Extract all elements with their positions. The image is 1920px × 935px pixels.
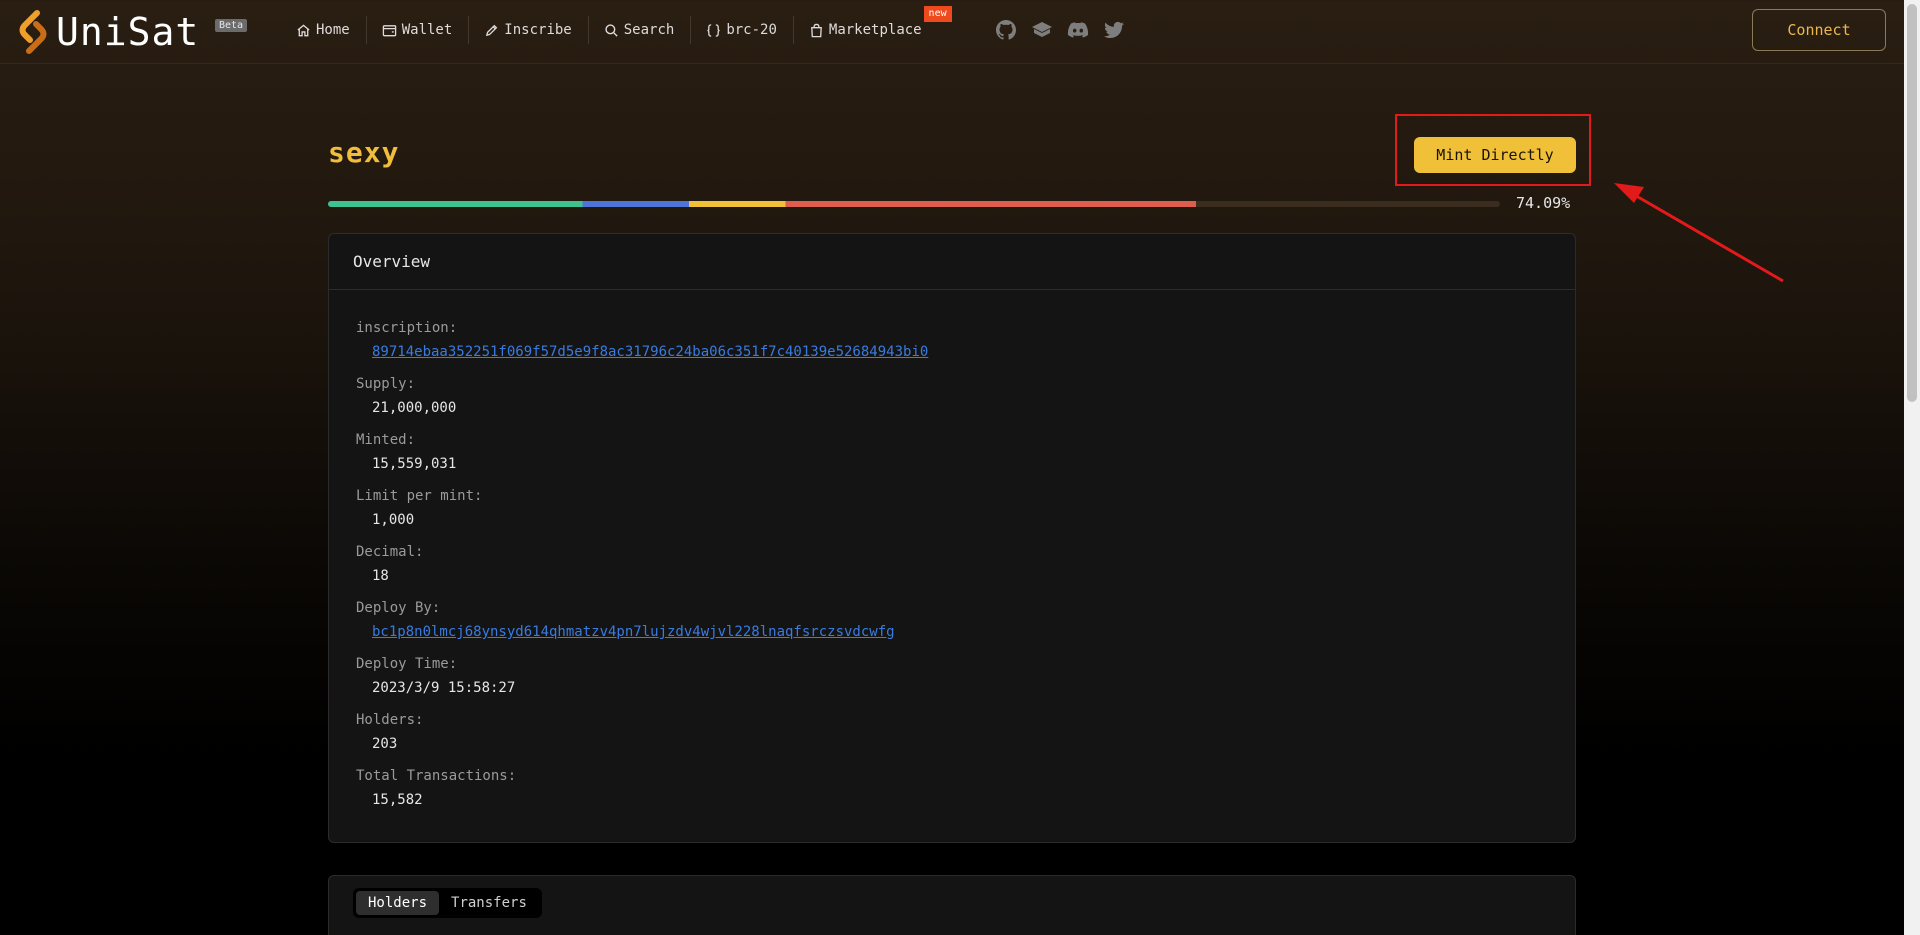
nav-inscribe[interactable]: Inscribe: [468, 14, 587, 46]
nav-search[interactable]: Search: [587, 14, 691, 46]
brand-name: UniSat: [56, 10, 200, 54]
main-nav: Home Wallet Inscribe Search brc-20 Marke…: [280, 0, 952, 60]
discord-icon[interactable]: [1066, 18, 1090, 42]
nav-brc20-label: brc-20: [726, 22, 777, 38]
page-scrollbar[interactable]: [1904, 0, 1920, 935]
field-label: Limit per mint:: [356, 488, 483, 504]
highlight-box: [1395, 114, 1591, 186]
brand-logo[interactable]: UniSat: [16, 10, 199, 54]
mint-progress-fill: [328, 201, 1197, 207]
overview-field: Deploy By: bc1p8n0lmcj68ynsyd614qhmatzv4p…: [356, 596, 1575, 652]
overview-field: Limit per mint: 1,000: [356, 484, 1575, 540]
mint-progress-label: 74.09%: [1516, 194, 1571, 212]
field-label: Total Transactions:: [356, 768, 517, 784]
tab-transfers[interactable]: Transfers: [439, 891, 539, 915]
unisat-logo-icon: [19, 10, 47, 54]
field-value-link[interactable]: 89714ebaa352251f069f57d5e9f8ac31796c24ba…: [356, 340, 1575, 364]
nav-search-label: Search: [623, 22, 675, 38]
field-label: Deploy By:: [356, 600, 441, 616]
overview-field: Decimal: 18: [356, 540, 1575, 596]
field-value: 1,000: [372, 512, 415, 528]
field-value: 21,000,000: [372, 400, 457, 416]
field-value: 203: [372, 736, 398, 752]
scrollbar-thumb[interactable]: [1907, 4, 1917, 402]
nav-wallet-label: Wallet: [401, 22, 453, 38]
field-label: Decimal:: [356, 544, 424, 560]
twitter-icon[interactable]: [1102, 18, 1126, 42]
braces-icon: [707, 23, 720, 37]
search-icon: [605, 23, 618, 37]
mint-progress-bar: [328, 201, 1500, 207]
field-value: 2023/3/9 15:58:27: [372, 680, 516, 696]
connect-button[interactable]: Connect: [1752, 9, 1886, 51]
overview-title: Overview: [329, 234, 1575, 290]
overview-field: Supply: 21,000,000: [356, 372, 1575, 428]
field-label: inscription:: [356, 320, 458, 336]
field-value: 15,559,031: [372, 456, 457, 472]
overview-fields: inscription: 89714ebaa352251f069f57d5e9f8…: [329, 290, 1575, 820]
annotation-arrow: [1614, 183, 1784, 283]
nav-wallet[interactable]: Wallet: [365, 14, 469, 46]
overview-field: inscription: 89714ebaa352251f069f57d5e9f8…: [356, 316, 1575, 372]
nav-brc20[interactable]: brc-20: [690, 14, 793, 46]
home-icon: [297, 23, 310, 36]
tab-holders[interactable]: Holders: [356, 891, 440, 915]
nav-marketplace-label: Marketplace: [828, 22, 922, 38]
new-badge: new: [923, 6, 952, 22]
field-value-link[interactable]: bc1p8n0lmcj68ynsyd614qhmatzv4pn7lujzdv4w…: [356, 620, 1575, 644]
github-icon[interactable]: [994, 18, 1018, 42]
nav-marketplace[interactable]: Marketplace new: [792, 6, 952, 46]
gitbook-icon[interactable]: [1030, 18, 1054, 42]
nav-inscribe-label: Inscribe: [504, 22, 572, 38]
field-label: Minted:: [356, 432, 416, 448]
wallet-icon: [382, 24, 396, 36]
token-title: sexy: [328, 136, 400, 169]
field-label: Holders:: [356, 712, 424, 728]
top-nav-bar: UniSat Beta Home Wallet Inscribe Search …: [0, 0, 1904, 64]
overview-field: Minted: 15,559,031: [356, 428, 1575, 484]
social-links: [994, 18, 1126, 42]
nav-home-label: Home: [316, 22, 350, 38]
records-tabs: Holders Transfers: [353, 888, 542, 918]
pencil-icon: [486, 24, 498, 36]
field-value: 15,582: [372, 792, 423, 808]
overview-card: Overview inscription: 89714ebaa352251f069…: [328, 233, 1576, 843]
overview-field: Total Transactions: 15,582: [356, 764, 1575, 820]
beta-badge: Beta: [215, 19, 248, 32]
field-label: Deploy Time:: [356, 656, 458, 672]
field-value: 18: [372, 568, 389, 584]
records-card: Holders Transfers: [328, 875, 1576, 935]
field-label: Supply:: [356, 376, 416, 392]
bag-icon: [811, 23, 822, 37]
nav-home[interactable]: Home: [280, 14, 366, 46]
overview-field: Deploy Time: 2023/3/9 15:58:27: [356, 652, 1575, 708]
overview-field: Holders: 203: [356, 708, 1575, 764]
